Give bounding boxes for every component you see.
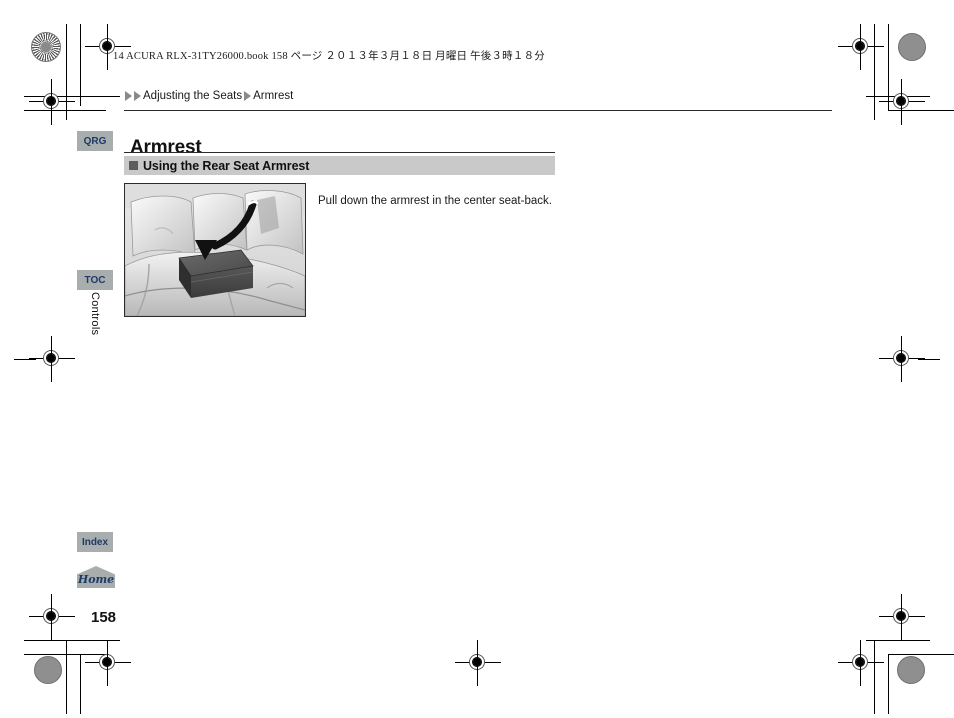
page-number: 158	[91, 609, 117, 626]
density-blob-bottom-right-icon	[897, 656, 925, 684]
registration-crosshair-top-right-lower	[879, 79, 925, 125]
sidebar-tab-qrg[interactable]: QRG	[77, 131, 113, 151]
sidebar-tab-index-label: Index	[81, 536, 109, 548]
crop-mark-bottom-left-v1	[66, 640, 67, 714]
print-file-header: 14 ACURA RLX-31TY26000.book 158 ページ ２０１３…	[113, 51, 545, 62]
sidebar-tab-home-label: Home	[77, 572, 115, 586]
density-blob-top-right-icon	[898, 33, 926, 61]
body-paragraph: Pull down the armrest in the center seat…	[318, 194, 552, 207]
density-blob-bottom-left-icon	[34, 656, 62, 684]
breadcrumb-parent[interactable]: Adjusting the Seats	[143, 90, 242, 102]
triangle-right-icon	[244, 91, 252, 101]
registration-crosshair-middle-right	[879, 336, 925, 382]
registration-crosshair-bottom-left-lower	[85, 640, 131, 686]
triangle-right-icon	[134, 91, 141, 101]
chapter-label: Controls	[89, 292, 101, 336]
sidebar-tab-toc[interactable]: TOC	[77, 270, 113, 290]
header-divider	[124, 110, 832, 111]
breadcrumb-current[interactable]: Armrest	[253, 90, 293, 102]
crop-mark-bottom-left-v2	[80, 654, 81, 714]
breadcrumb: Adjusting the Seats Armrest	[124, 90, 294, 102]
sidebar-tab-qrg-label: QRG	[83, 135, 107, 147]
illustration-svg	[125, 184, 305, 316]
crop-mark-bottom-right-v2	[888, 654, 889, 714]
section-heading-banner: Using the Rear Seat Armrest	[124, 156, 555, 175]
registration-crosshair-bottom-right	[838, 640, 884, 686]
registration-crosshair-top-left-lower	[29, 79, 75, 125]
square-bullet-icon	[129, 161, 138, 170]
title-divider	[124, 152, 555, 153]
registration-crosshair-top-left	[85, 24, 131, 70]
section-heading-label: Using the Rear Seat Armrest	[143, 158, 310, 173]
sidebar-tab-home[interactable]: Home	[77, 566, 115, 588]
triangle-right-icon	[125, 91, 132, 101]
color-rosette-icon	[31, 32, 61, 62]
registration-crosshair-bottom-right-inner	[879, 594, 925, 640]
sidebar-tab-index[interactable]: Index	[77, 532, 113, 552]
rear-seat-armrest-illustration	[124, 183, 306, 317]
sidebar-tab-toc-label: TOC	[84, 274, 106, 286]
registration-crosshair-top-right	[838, 24, 884, 70]
crop-mark-top-left-v2	[80, 24, 81, 106]
registration-crosshair-bottom-left	[29, 594, 75, 640]
crop-mark-bottom-right-h2	[888, 654, 954, 655]
registration-crosshair-bottom-center	[455, 640, 501, 686]
registration-crosshair-middle-left	[29, 336, 75, 382]
